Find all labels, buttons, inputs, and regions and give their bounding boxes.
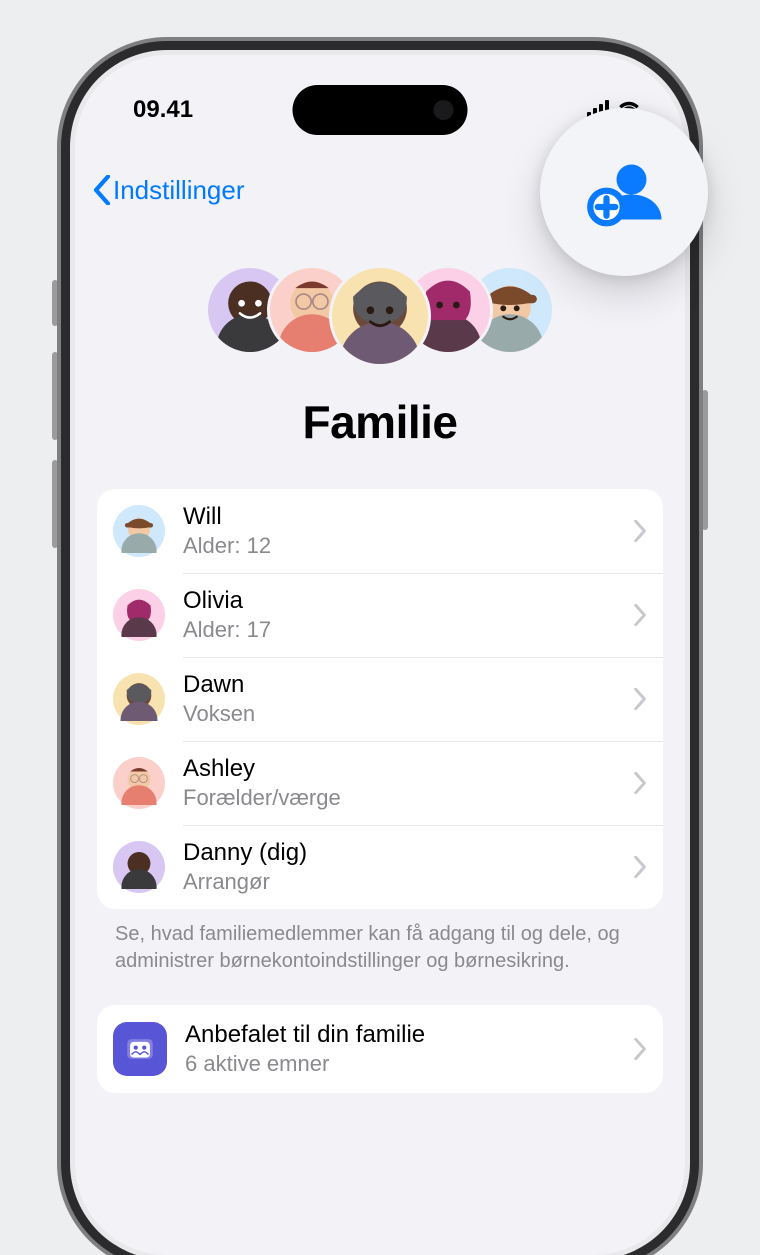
avatar — [329, 265, 431, 367]
back-label: Indstillinger — [113, 175, 245, 206]
family-member-row[interactable]: Will Alder: 12 — [97, 489, 663, 573]
status-time: 09.41 — [133, 96, 193, 124]
member-name: Danny (dig) — [183, 839, 633, 867]
chevron-right-icon — [633, 772, 647, 794]
member-name: Dawn — [183, 671, 633, 699]
family-members-list: Will Alder: 12 Olivia Alder: 17 Dawn Vok… — [97, 489, 663, 909]
members-footer-note: Se, hvad familiemedlemmer kan få adgang … — [97, 909, 663, 975]
chevron-right-icon — [633, 1038, 647, 1060]
side-button — [52, 280, 58, 326]
chevron-right-icon — [633, 604, 647, 626]
family-member-row[interactable]: Danny (dig) Arrangør — [97, 825, 663, 909]
avatar — [113, 589, 165, 641]
volume-up-button — [52, 352, 58, 440]
member-subtitle: Forælder/værge — [183, 785, 633, 811]
family-avatars — [97, 265, 663, 367]
person-add-icon — [584, 152, 664, 232]
avatar — [113, 841, 165, 893]
recommended-card: Anbefalet til din familie 6 aktive emner — [97, 1005, 663, 1093]
chevron-left-icon — [93, 175, 111, 205]
avatar — [113, 757, 165, 809]
avatar — [113, 505, 165, 557]
chevron-right-icon — [633, 688, 647, 710]
chevron-right-icon — [633, 520, 647, 542]
member-subtitle: Alder: 12 — [183, 533, 633, 559]
chevron-right-icon — [633, 856, 647, 878]
family-recommendations-icon — [113, 1022, 167, 1076]
member-name: Ashley — [183, 755, 633, 783]
page-title: Familie — [97, 395, 663, 449]
recommended-row[interactable]: Anbefalet til din familie 6 aktive emner — [97, 1005, 663, 1093]
recommended-subtitle: 6 aktive emner — [185, 1051, 633, 1077]
avatar — [113, 673, 165, 725]
add-member-button[interactable] — [540, 108, 708, 276]
member-name: Olivia — [183, 587, 633, 615]
volume-down-button — [52, 460, 58, 548]
power-button — [702, 390, 708, 530]
family-member-row[interactable]: Dawn Voksen — [97, 657, 663, 741]
member-subtitle: Arrangør — [183, 869, 633, 895]
member-name: Will — [183, 503, 633, 531]
family-member-row[interactable]: Ashley Forælder/værge — [97, 741, 663, 825]
member-subtitle: Alder: 17 — [183, 617, 633, 643]
member-subtitle: Voksen — [183, 701, 633, 727]
back-button[interactable]: Indstillinger — [93, 175, 245, 206]
recommended-title: Anbefalet til din familie — [185, 1021, 633, 1049]
family-member-row[interactable]: Olivia Alder: 17 — [97, 573, 663, 657]
